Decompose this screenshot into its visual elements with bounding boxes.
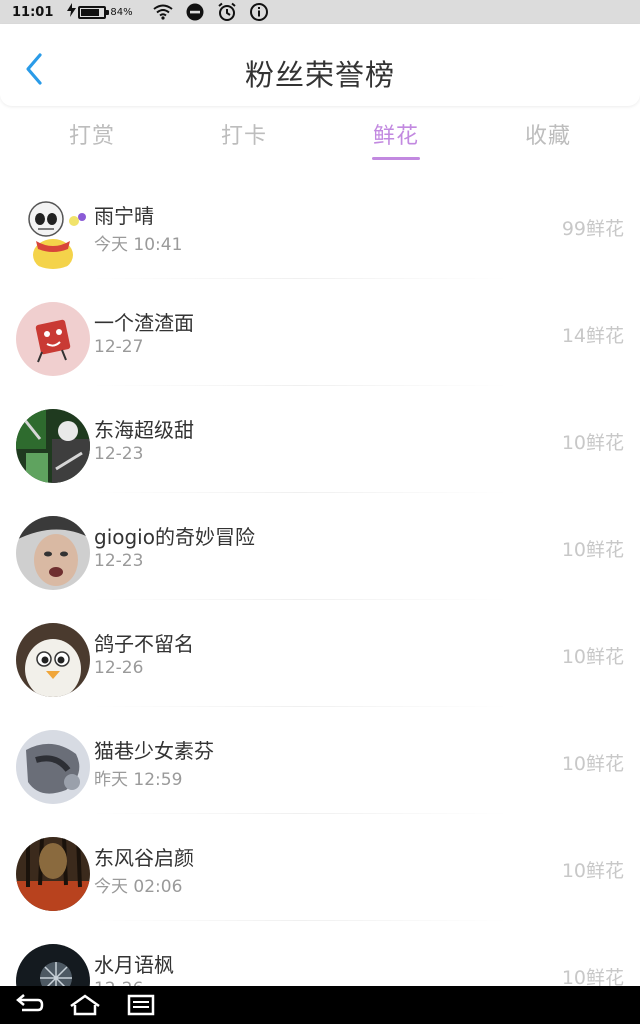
flower-count: 14鲜花 [561,325,624,347]
flower-count: 99鲜花 [561,218,624,240]
fan-name: giogio的奇妙冒险 [94,525,255,549]
list-item[interactable]: 水月语枫 12-26 10鲜花 [0,921,640,986]
status-bar: 11:01 84% [0,0,640,24]
status-time: 11:01 [12,4,54,20]
active-tab-indicator [372,157,420,160]
tab-favorites[interactable]: 收藏 [488,118,608,150]
avatar[interactable] [16,623,90,697]
flower-count: 10鲜花 [561,539,624,561]
fan-date: 今天 02:06 [94,877,183,897]
fan-name: 鸽子不留名 [94,632,194,656]
system-nav-bar [0,986,640,1024]
tab-checkin[interactable]: 打卡 [184,118,304,150]
fan-name: 猫巷少女素芬 [94,739,214,763]
list-item[interactable]: giogio的奇妙冒险 12-23 10鲜花 [0,493,640,600]
battery-icon [78,5,110,19]
avatar[interactable] [16,516,90,590]
avatar[interactable] [16,302,90,376]
fan-date: 12-27 [94,337,144,357]
tab-bar: 打赏 打卡 鲜花 收藏 [0,112,640,166]
flower-count: 10鲜花 [561,967,624,986]
list-item[interactable]: 猫巷少女素芬 昨天 12:59 10鲜花 [0,707,640,814]
list-item[interactable]: 东风谷启颜 今天 02:06 10鲜花 [0,814,640,921]
header-bar: 粉丝荣誉榜 [0,24,640,106]
fan-date: 12-26 [94,658,144,678]
avatar[interactable] [16,195,90,269]
list-item[interactable]: 一个渣渣面 12-27 14鲜花 [0,279,640,386]
info-icon [249,2,269,22]
bolt-icon [67,3,77,21]
fan-name: 东风谷启颜 [94,846,194,870]
flower-count: 10鲜花 [561,646,624,668]
list-item[interactable]: 东海超级甜 12-23 10鲜花 [0,386,640,493]
flower-count: 10鲜花 [561,860,624,882]
fan-name: 东海超级甜 [94,418,194,442]
fan-name: 水月语枫 [94,953,174,977]
fan-list: 雨宁晴 今天 10:41 99鲜花 一个渣渣面 12-27 14鲜花 东海超级甜… [0,172,640,986]
home-nav-icon[interactable] [68,994,100,1016]
page-title: 粉丝荣誉榜 [244,58,395,92]
avatar[interactable] [16,837,90,911]
fan-date: 今天 10:41 [94,235,183,255]
fan-date: 12-23 [94,551,144,571]
avatar[interactable] [16,409,90,483]
back-nav-icon[interactable] [14,994,44,1016]
flower-count: 10鲜花 [561,432,624,454]
recents-nav-icon[interactable] [126,994,156,1016]
fan-date: 12-23 [94,444,144,464]
list-item[interactable]: 鸽子不留名 12-26 10鲜花 [0,600,640,707]
do-not-disturb-icon [185,2,205,22]
wifi-icon [153,2,173,22]
tab-tip[interactable]: 打赏 [32,118,152,150]
fan-date: 12-26 [94,979,143,986]
avatar[interactable] [16,944,90,986]
tab-flowers[interactable]: 鲜花 [336,118,456,150]
battery-percent: 84% [110,6,133,18]
list-item[interactable]: 雨宁晴 今天 10:41 99鲜花 [0,172,640,279]
fan-name: 一个渣渣面 [94,311,194,335]
flower-count: 10鲜花 [561,753,624,775]
avatar[interactable] [16,730,90,804]
alarm-icon [217,2,237,22]
fan-date: 昨天 12:59 [94,770,183,790]
fan-name: 雨宁晴 [94,204,154,228]
